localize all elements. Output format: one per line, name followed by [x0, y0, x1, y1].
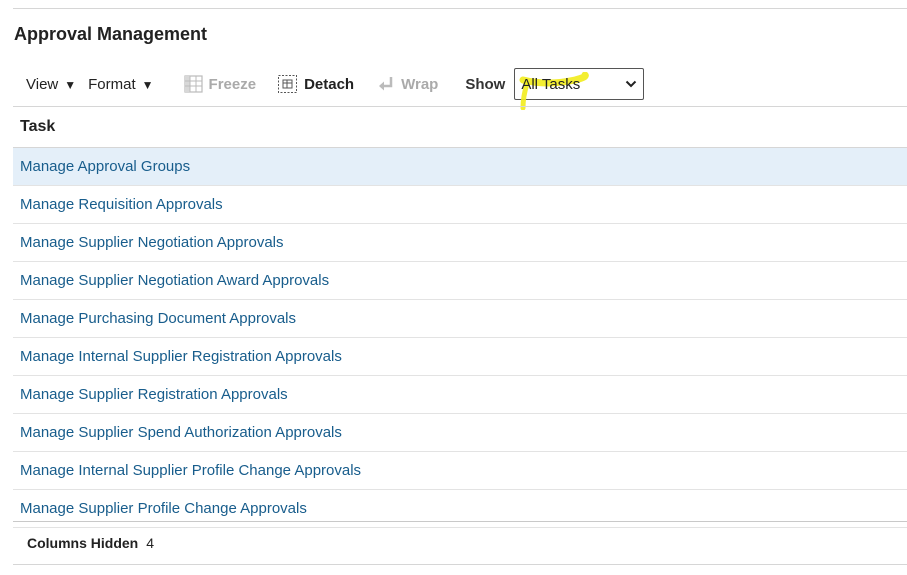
columns-hidden-label: Columns Hidden [27, 535, 139, 551]
table-row[interactable]: Manage Supplier Negotiation Approvals [13, 224, 907, 262]
table-body: Manage Approval Groups Manage Requisition… [13, 148, 907, 528]
table-row[interactable]: Manage Approval Groups [13, 148, 907, 186]
chevron-down-icon [626, 80, 637, 88]
wrap-label: Wrap [401, 75, 439, 93]
task-link[interactable]: Manage Purchasing Document Approvals [20, 310, 296, 327]
format-menu[interactable]: Format ▼ [88, 76, 153, 93]
table-row[interactable]: Manage Internal Supplier Profile Change … [13, 452, 907, 490]
view-menu[interactable]: View ▼ [26, 76, 76, 93]
table-toolbar: View ▼ Format ▼ Freeze Detach Wrap Show … [26, 66, 645, 110]
task-link[interactable]: Manage Supplier Negotiation Award Approv… [20, 272, 329, 289]
task-link[interactable]: Manage Supplier Spend Authorization Appr… [20, 424, 342, 441]
task-link[interactable]: Manage Internal Supplier Profile Change … [20, 462, 361, 479]
caret-down-icon: ▼ [64, 78, 77, 92]
detach-button[interactable]: Detach [277, 74, 354, 94]
task-link[interactable]: Manage Requisition Approvals [20, 196, 223, 213]
table-row[interactable]: Manage Internal Supplier Registration Ap… [13, 338, 907, 376]
task-link[interactable]: Manage Supplier Negotiation Approvals [20, 234, 284, 251]
table-row[interactable]: Manage Supplier Spend Authorization Appr… [13, 414, 907, 452]
wrap-icon [379, 77, 393, 91]
detach-label: Detach [304, 75, 355, 93]
task-link[interactable]: Manage Internal Supplier Registration Ap… [20, 348, 342, 365]
detach-icon [278, 75, 298, 93]
freeze-button[interactable]: Freeze [183, 75, 257, 93]
task-link[interactable]: Manage Approval Groups [20, 158, 190, 175]
table-row[interactable]: Manage Supplier Registration Approvals [13, 376, 907, 414]
view-menu-label: View [26, 75, 59, 93]
freeze-label: Freeze [208, 75, 257, 93]
task-column-header-label: Task [20, 118, 56, 135]
task-link[interactable]: Manage Supplier Registration Approvals [20, 386, 288, 403]
freeze-icon [183, 75, 203, 93]
format-menu-label: Format [88, 75, 136, 93]
columns-hidden-count: 4 [146, 535, 155, 551]
table-status-bar: Columns Hidden 4 [13, 521, 907, 565]
show-select[interactable]: All Tasks [514, 68, 645, 110]
page-title: Approval Management [14, 24, 208, 44]
show-label: Show [465, 75, 506, 93]
wrap-button[interactable]: Wrap [378, 75, 438, 93]
caret-down-icon: ▼ [141, 78, 154, 92]
top-divider [13, 8, 907, 9]
tasks-table: Task Manage Approval Groups Manage Requis… [13, 106, 907, 528]
show-select-value: All Tasks [521, 75, 581, 93]
task-column-header[interactable]: Task [13, 106, 907, 148]
task-link[interactable]: Manage Supplier Profile Change Approvals [20, 500, 307, 517]
table-row[interactable]: Manage Requisition Approvals [13, 186, 907, 224]
table-row[interactable]: Manage Purchasing Document Approvals [13, 300, 907, 338]
table-row[interactable]: Manage Supplier Negotiation Award Approv… [13, 262, 907, 300]
